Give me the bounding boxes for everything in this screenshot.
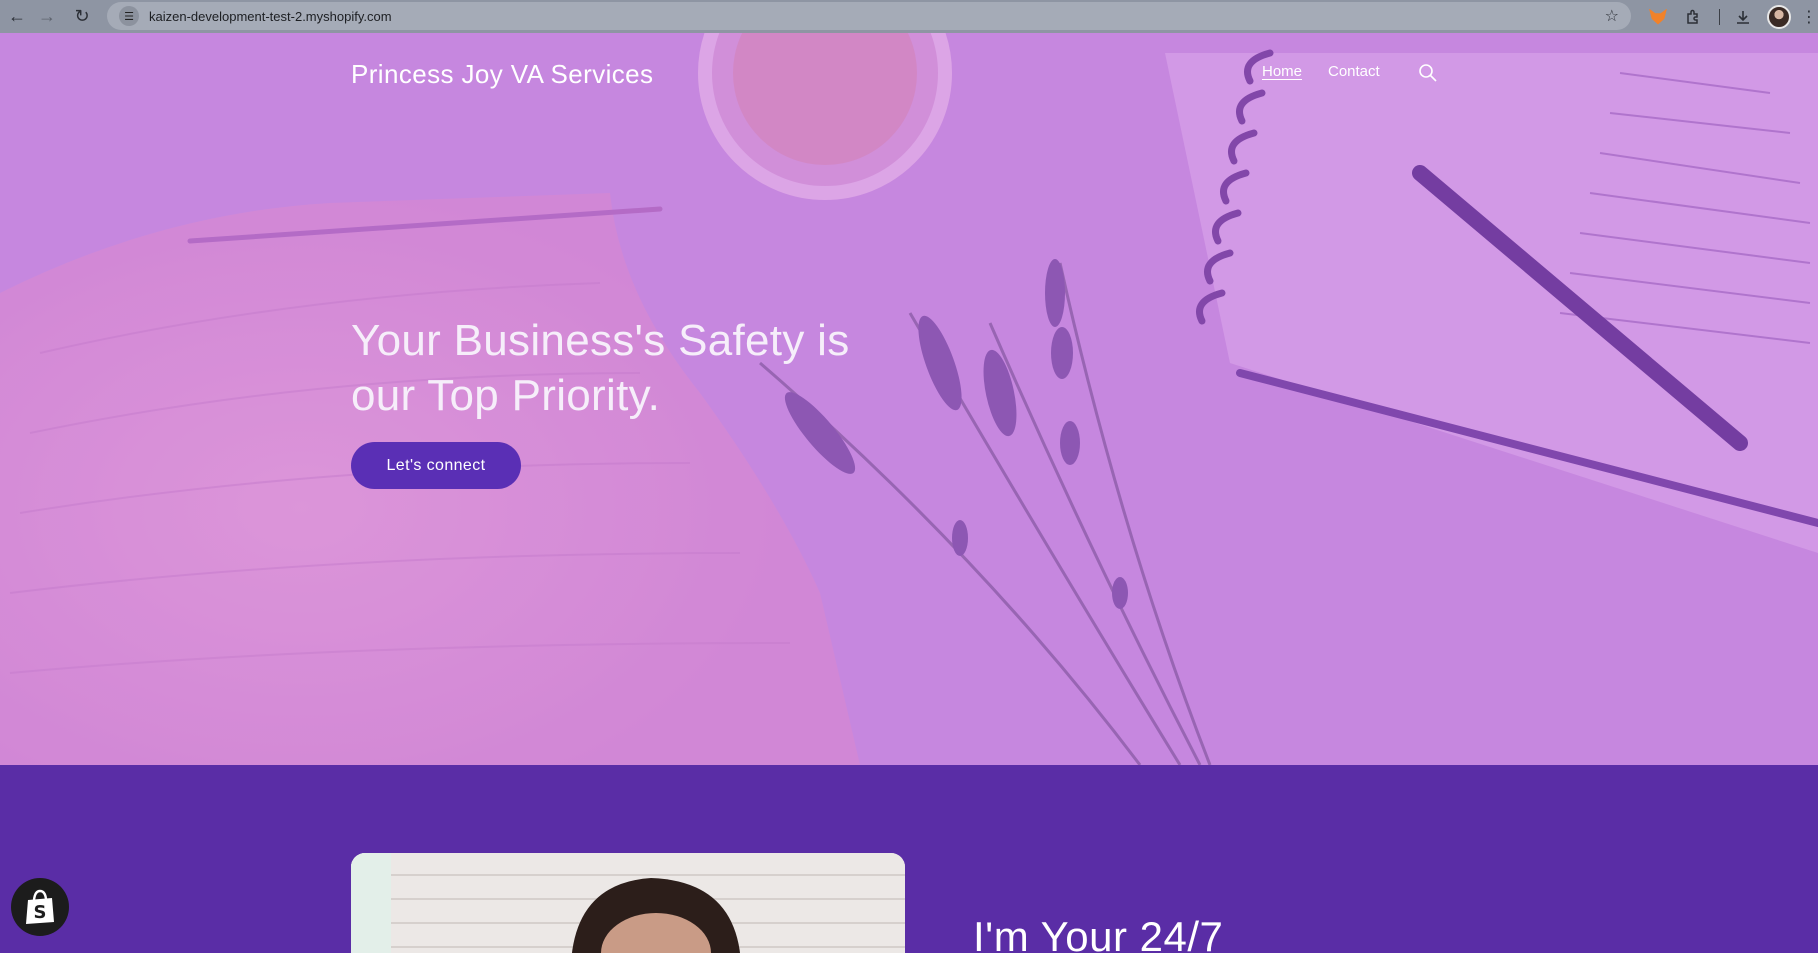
- about-heading: I'm Your 24/7: [973, 913, 1224, 953]
- more-menu-icon[interactable]: ⋮: [1801, 0, 1817, 33]
- url-text: kaizen-development-test-2.myshopify.com: [149, 8, 392, 24]
- nav-link-home[interactable]: Home: [1262, 63, 1302, 80]
- metamask-fox-icon[interactable]: [1648, 0, 1668, 33]
- back-arrow-icon[interactable]: ←: [0, 0, 34, 33]
- browser-toolbar: ← → ↻ ☰ kaizen-development-test-2.myshop…: [0, 0, 1818, 33]
- downloads-icon[interactable]: [1732, 0, 1754, 33]
- svg-text:S: S: [34, 902, 47, 923]
- hero-headline: Your Business's Safety is our Top Priori…: [351, 316, 850, 420]
- lets-connect-button[interactable]: Let's connect: [351, 442, 521, 489]
- toolbar-divider: [1716, 0, 1722, 33]
- forward-arrow-icon[interactable]: →: [30, 0, 64, 33]
- profile-photo: [351, 853, 905, 953]
- extensions-puzzle-icon[interactable]: [1682, 0, 1704, 33]
- reload-icon[interactable]: ↻: [65, 0, 99, 33]
- site-info-icon[interactable]: ☰: [119, 6, 139, 26]
- shopify-bag-icon[interactable]: S: [11, 878, 69, 936]
- site-brand[interactable]: Princess Joy VA Services: [351, 59, 653, 90]
- address-bar[interactable]: ☰ kaizen-development-test-2.myshopify.co…: [107, 2, 1631, 30]
- profile-avatar[interactable]: [1764, 0, 1794, 33]
- about-section: I'm Your 24/7: [0, 765, 1818, 953]
- bookmark-star-icon[interactable]: ☆: [1605, 6, 1619, 26]
- nav-link-contact[interactable]: Contact: [1328, 63, 1380, 80]
- search-icon[interactable]: [1418, 63, 1438, 83]
- hero-banner: Princess Joy VA Services Home Contact Yo…: [0, 33, 1818, 765]
